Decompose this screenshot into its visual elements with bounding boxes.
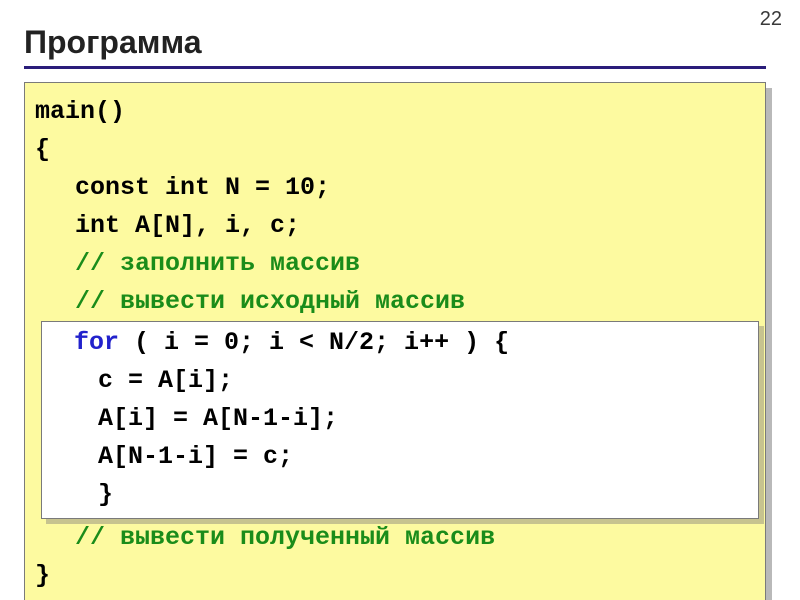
- code-line: int A[N], i, c;: [35, 207, 755, 245]
- keyword: for: [74, 328, 119, 357]
- code-line: {: [35, 131, 755, 169]
- code-comment: // вывести исходный массив: [35, 283, 755, 321]
- code-block: main() { const int N = 10; int A[N], i, …: [24, 82, 766, 600]
- code-line: c = A[i];: [44, 362, 756, 400]
- code-text: A[N], i, c;: [120, 211, 300, 240]
- code-line: }: [35, 557, 755, 595]
- code-line: const int N = 10;: [35, 169, 755, 207]
- keyword: int: [75, 211, 120, 240]
- keyword: const int: [75, 173, 210, 202]
- highlight-block: for ( i = 0; i < N/2; i++ ) { c = A[i]; …: [41, 321, 759, 519]
- page-number: 22: [760, 8, 782, 31]
- code-line: A[i] = A[N-1-i];: [44, 400, 756, 438]
- highlight-block-body: for ( i = 0; i < N/2; i++ ) { c = A[i]; …: [41, 321, 759, 519]
- title-rule: [24, 66, 766, 69]
- code-comment: // заполнить массив: [35, 245, 755, 283]
- slide: 22 Программа main() { const int N = 10; …: [0, 0, 800, 600]
- code-line: for ( i = 0; i < N/2; i++ ) {: [44, 324, 756, 362]
- code-block-body: main() { const int N = 10; int A[N], i, …: [24, 82, 766, 600]
- code-line: A[N-1-i] = c;: [44, 438, 756, 476]
- code-line: }: [44, 476, 756, 514]
- code-comment: // вывести полученный массив: [35, 519, 755, 557]
- code-text: ( i = 0; i < N/2; i++ ) {: [119, 328, 509, 357]
- slide-title: Программа: [24, 24, 201, 61]
- code-text: N = 10;: [210, 173, 330, 202]
- code-line: main(): [35, 93, 755, 131]
